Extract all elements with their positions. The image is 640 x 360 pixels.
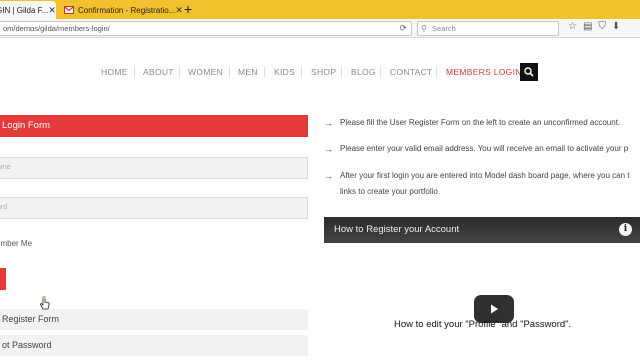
- register-form-link[interactable]: Register Form: [0, 309, 308, 330]
- play-button[interactable]: [474, 295, 514, 323]
- nav-divider: [436, 66, 437, 78]
- new-tab-button[interactable]: +: [184, 1, 192, 17]
- instruction-text: links to create your portfolio.: [340, 187, 441, 196]
- close-tab-icon[interactable]: ✕: [48, 5, 56, 16]
- instruction-item: → Please enter your valid email address.…: [324, 141, 640, 157]
- site-navigation: HOME ABOUT WOMEN MEN KIDS SHOP BLOG CONT…: [0, 62, 640, 82]
- address-bar[interactable]: om/demos/gilda/members-login/ ⟳: [0, 21, 412, 36]
- arrow-right-icon: →: [324, 171, 333, 181]
- instruction-text: Please enter your valid email address. Y…: [340, 144, 629, 153]
- nav-home[interactable]: HOME: [101, 62, 128, 82]
- browser-search-input[interactable]: ⚲ Search: [417, 21, 559, 36]
- browser-toolbar: om/demos/gilda/members-login/ ⟳ ⚲ Search…: [0, 19, 640, 38]
- instruction-text: Please fill the User Register Form on th…: [340, 118, 621, 127]
- video-player[interactable]: How to Register your Account i How to ed…: [324, 217, 640, 360]
- login-button[interactable]: [0, 268, 6, 290]
- nav-divider: [179, 66, 180, 78]
- gmail-icon: [64, 6, 74, 15]
- nav-blog[interactable]: BLOG: [351, 62, 376, 82]
- video-title-bar: How to Register your Account i: [324, 217, 640, 243]
- arrow-right-icon: →: [324, 118, 333, 128]
- play-icon: [491, 304, 498, 314]
- instruction-continuation: links to create your portfolio.: [324, 184, 640, 200]
- close-tab-icon[interactable]: ✕: [175, 5, 183, 16]
- site-search-button[interactable]: [520, 63, 538, 81]
- username-field[interactable]: ame: [0, 157, 308, 179]
- reload-icon[interactable]: ⟳: [399, 22, 407, 35]
- hand-cursor-icon: [40, 296, 50, 310]
- nav-women[interactable]: WOMEN: [188, 62, 223, 82]
- nav-about[interactable]: ABOUT: [143, 62, 174, 82]
- password-field[interactable]: ord: [0, 197, 308, 219]
- reading-list-icon[interactable]: ▤: [583, 21, 592, 32]
- nav-divider: [301, 66, 302, 78]
- nav-divider: [134, 66, 135, 78]
- search-icon: [524, 67, 534, 77]
- nav-shop[interactable]: SHOP: [311, 62, 336, 82]
- nav-divider: [264, 66, 265, 78]
- instruction-item: → Please fill the User Register Form on …: [324, 115, 640, 131]
- forgot-password-link[interactable]: ot Password: [0, 335, 308, 356]
- shield-icon[interactable]: ⛉: [598, 21, 606, 32]
- download-icon[interactable]: ⬇: [612, 21, 620, 32]
- search-icon: ⚲: [421, 24, 427, 33]
- video-title[interactable]: How to Register your Account: [334, 224, 459, 235]
- remember-me-label[interactable]: ember Me: [0, 239, 32, 248]
- search-placeholder: Search: [432, 24, 456, 33]
- nav-members-login[interactable]: MEMBERS LOGIN: [446, 62, 522, 82]
- nav-kids[interactable]: KIDS: [274, 62, 295, 82]
- tab-gilda[interactable]: GIN | Gilda F... ✕: [0, 1, 56, 19]
- bookmark-star-icon[interactable]: ☆: [568, 21, 577, 32]
- tab-confirmation[interactable]: Confirmation - Registratio... ✕: [58, 1, 183, 19]
- nav-divider: [380, 66, 381, 78]
- tab-title: GIN | Gilda F...: [0, 5, 49, 15]
- instruction-text: After your first login you are entered i…: [340, 171, 630, 180]
- url-text: om/demos/gilda/members-login/: [3, 24, 110, 33]
- nav-divider: [229, 66, 230, 78]
- browser-tab-bar: GIN | Gilda F... ✕ Confirmation - Regist…: [0, 0, 640, 19]
- instruction-item: → After your first login you are entered…: [324, 168, 640, 184]
- nav-contact[interactable]: CONTACT: [390, 62, 433, 82]
- arrow-right-icon: →: [324, 144, 333, 154]
- tab-title: Confirmation - Registratio...: [78, 5, 176, 15]
- nav-divider: [341, 66, 342, 78]
- nav-men[interactable]: MEN: [238, 62, 258, 82]
- info-icon[interactable]: i: [619, 223, 632, 236]
- login-form-title: Login Form: [0, 115, 308, 137]
- toolbar-icons: ☆ ▤ ⛉ ⬇: [568, 21, 620, 32]
